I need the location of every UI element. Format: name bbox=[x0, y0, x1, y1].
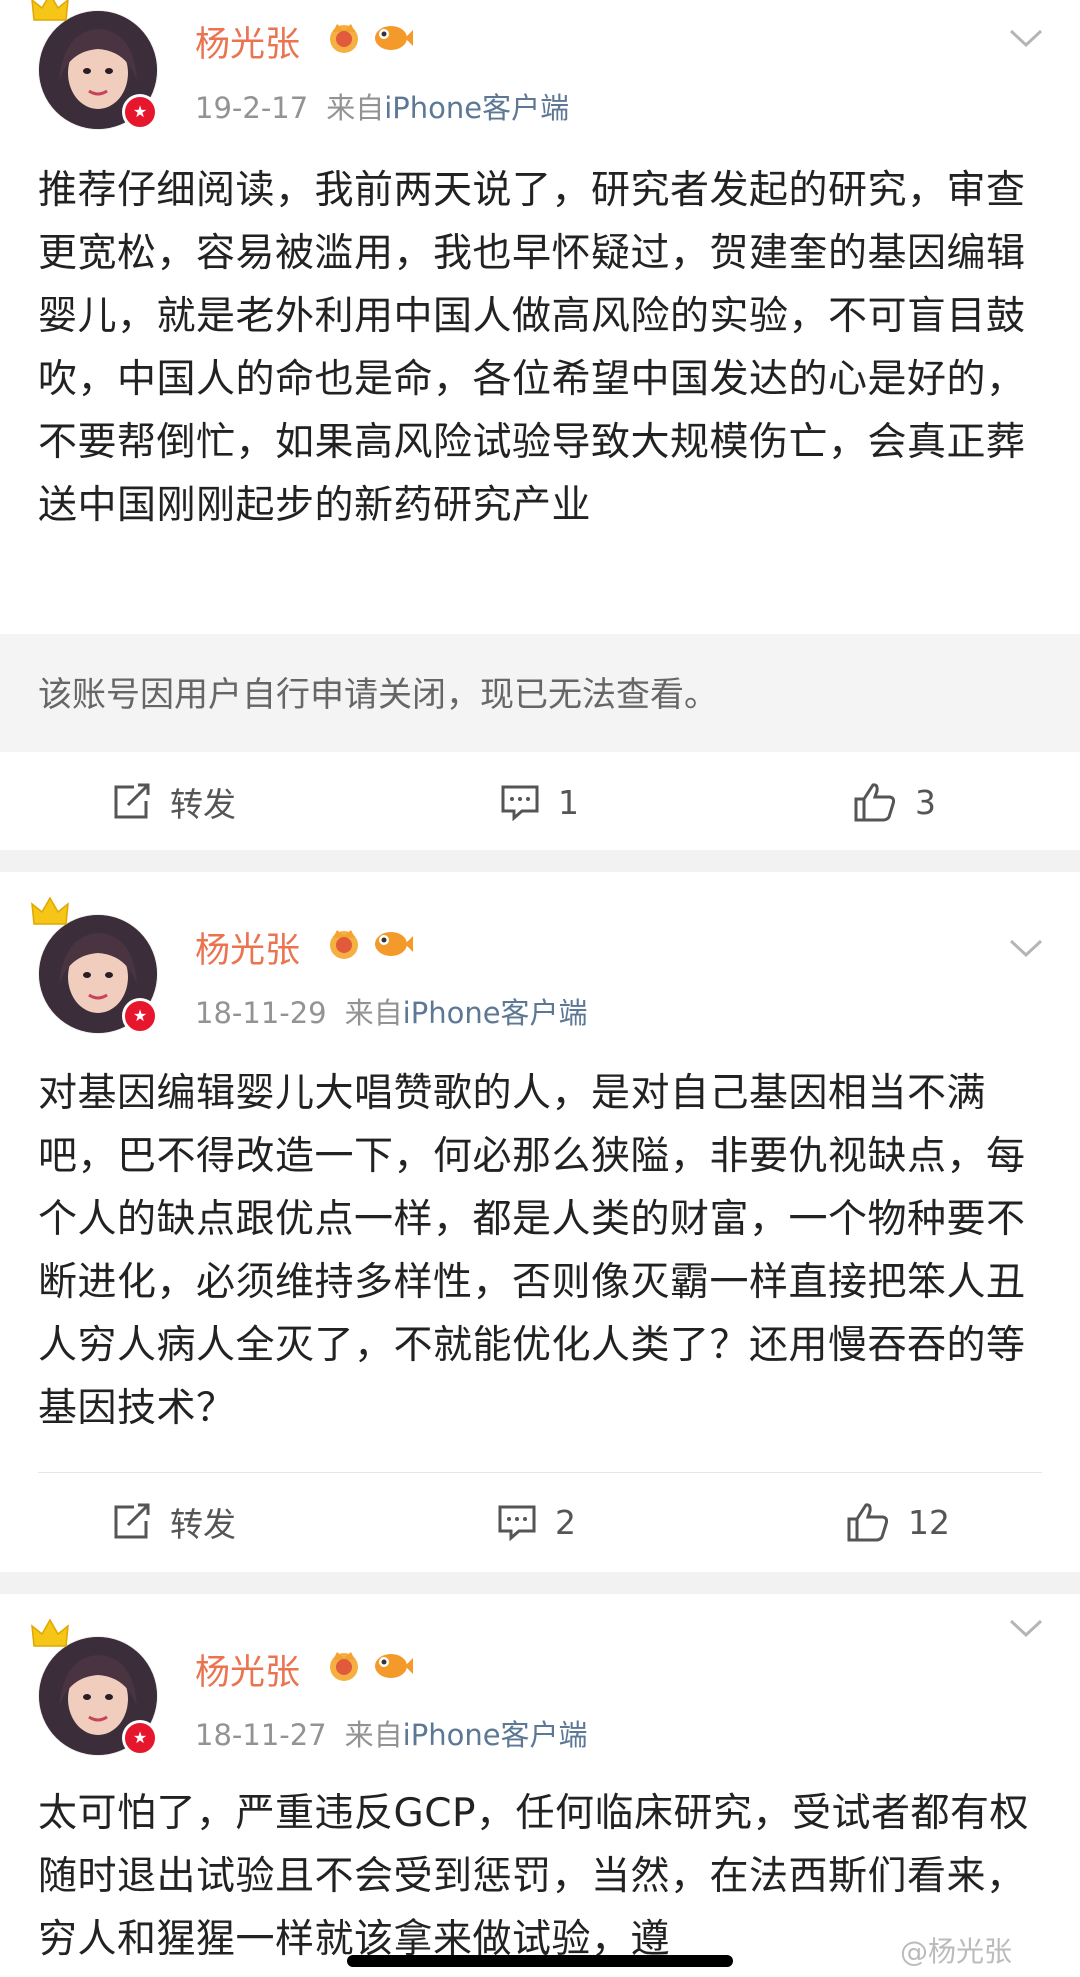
post-separator bbox=[0, 1572, 1080, 1594]
crown-icon bbox=[31, 896, 69, 925]
vip-crown-badge-icon[interactable] bbox=[325, 1648, 363, 1682]
like-button[interactable]: 12 bbox=[846, 1472, 950, 1572]
comment-count: 1 bbox=[558, 782, 579, 822]
post-meta: 18-11-29 来自iPhone客户端 bbox=[195, 990, 588, 1032]
repost-label: 转发 bbox=[170, 1505, 236, 1544]
username[interactable]: 杨光张 bbox=[195, 1644, 300, 1695]
verified-badge-icon: ★ bbox=[122, 94, 158, 130]
badge-group bbox=[325, 20, 413, 54]
username[interactable]: 杨光张 bbox=[195, 16, 300, 67]
post-source[interactable]: iPhone客户端 bbox=[403, 1718, 588, 1752]
quoted-post[interactable]: 该账号因用户自行申请关闭，现已无法查看。 bbox=[0, 634, 1080, 752]
badge-group bbox=[325, 926, 413, 960]
post-from-label: 来自 bbox=[344, 1718, 403, 1752]
comment-icon bbox=[498, 1505, 536, 1541]
comment-button[interactable]: 2 bbox=[497, 1472, 576, 1572]
post-date: 18-11-29 bbox=[195, 996, 327, 1030]
post-content: 对基因编辑婴儿大唱赞歌的人，是对自己基因相当不满吧，巴不得改造一下，何必那么狭隘… bbox=[38, 1071, 1026, 1431]
vip-crown-badge-icon[interactable] bbox=[325, 926, 363, 960]
like-count: 12 bbox=[908, 1502, 950, 1542]
home-indicator[interactable] bbox=[347, 1955, 733, 1967]
comment-count: 2 bbox=[555, 1502, 576, 1542]
crown-icon bbox=[31, 1618, 69, 1647]
chevron-down-icon[interactable] bbox=[1008, 1616, 1044, 1640]
post-date: 18-11-27 bbox=[195, 1718, 327, 1752]
like-icon bbox=[854, 783, 896, 822]
post-card: ★ 杨光张 18-11-27 来自iPhone客户端 太可怕了，严重违反GCP，任… bbox=[0, 1594, 1080, 1977]
action-bar: 转发 2 12 bbox=[0, 1472, 1080, 1572]
post-card: ★ 杨光张 19-2-17 来自iPhone客户端 推荐仔细阅读，我前两天说了，研… bbox=[0, 0, 1080, 850]
repost-button[interactable]: 转发 bbox=[112, 752, 236, 852]
post-source[interactable]: iPhone客户端 bbox=[403, 996, 588, 1030]
post-content: 太可怕了，严重违反GCP，任何临床研究，受试者都有权随时退出试验且不会受到惩罚，… bbox=[38, 1791, 1029, 1962]
username[interactable]: 杨光张 bbox=[195, 922, 300, 973]
post-separator bbox=[0, 850, 1080, 872]
post-meta: 19-2-17 来自iPhone客户端 bbox=[195, 85, 569, 127]
quoted-post-text: 该账号因用户自行申请关闭，现已无法查看。 bbox=[38, 675, 718, 715]
fish-badge-icon[interactable] bbox=[369, 20, 413, 54]
avatar[interactable]: ★ bbox=[31, 896, 158, 1034]
watermark: @杨光张 bbox=[900, 1935, 1013, 1968]
like-count: 3 bbox=[915, 782, 936, 822]
action-bar: 转发 1 3 bbox=[0, 752, 1080, 852]
repost-icon bbox=[114, 1503, 150, 1539]
verified-badge-icon: ★ bbox=[122, 1720, 158, 1756]
post-from-label: 来自 bbox=[344, 996, 403, 1030]
post-card: ★ 杨光张 18-11-29 来自iPhone客户端 对基因编辑婴儿大唱赞歌的人，… bbox=[0, 872, 1080, 1572]
post-from-label: 来自 bbox=[326, 91, 385, 125]
post-meta: 18-11-27 来自iPhone客户端 bbox=[195, 1712, 588, 1754]
avatar[interactable]: ★ bbox=[31, 1618, 158, 1756]
like-button[interactable]: 3 bbox=[853, 752, 936, 852]
fish-badge-icon[interactable] bbox=[369, 926, 413, 960]
fish-badge-icon[interactable] bbox=[369, 1648, 413, 1682]
repost-label: 转发 bbox=[170, 785, 236, 824]
vip-crown-badge-icon[interactable] bbox=[325, 20, 363, 54]
comment-icon bbox=[501, 785, 539, 821]
chevron-down-icon[interactable] bbox=[1008, 936, 1044, 960]
badge-group bbox=[325, 1648, 413, 1682]
verified-badge-icon: ★ bbox=[122, 998, 158, 1034]
post-content: 推荐仔细阅读，我前两天说了，研究者发起的研究，审查更宽松，容易被滥用，我也早怀疑… bbox=[38, 168, 1026, 528]
avatar[interactable]: ★ bbox=[31, 0, 158, 130]
crown-icon bbox=[31, 0, 69, 21]
comment-button[interactable]: 1 bbox=[500, 752, 579, 852]
post-source[interactable]: iPhone客户端 bbox=[384, 91, 569, 125]
repost-button[interactable]: 转发 bbox=[112, 1472, 236, 1572]
repost-icon bbox=[114, 783, 150, 819]
like-icon bbox=[847, 1503, 889, 1542]
chevron-down-icon[interactable] bbox=[1008, 26, 1044, 50]
post-date: 19-2-17 bbox=[195, 91, 309, 125]
